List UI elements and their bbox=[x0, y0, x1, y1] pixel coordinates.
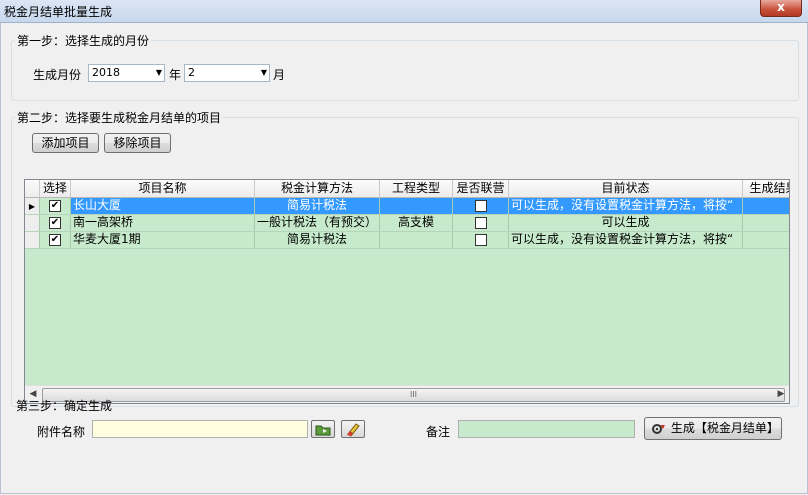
column-header[interactable]: 生成结果 bbox=[743, 180, 789, 197]
generate-label: 生成【税金月结单】 bbox=[670, 421, 779, 435]
title-bar: 税金月结单批量生成 x bbox=[0, 0, 808, 23]
step3-legend: 第三步：确定生成 bbox=[16, 399, 113, 413]
column-header[interactable]: 目前状态 bbox=[509, 180, 743, 197]
table-row[interactable]: ✔ 南一高架桥 一般计税法（有预交） 高支模 可以生成 bbox=[25, 215, 789, 232]
column-header[interactable]: 是否联营 bbox=[453, 180, 509, 197]
row-indicator: ▶ bbox=[25, 198, 40, 214]
table-row[interactable]: ✔ 华麦大厦1期 简易计税法 可以生成，没有设置税金计算方法，将按“ bbox=[25, 232, 789, 249]
row-indicator bbox=[25, 232, 40, 248]
year-unit: 年 bbox=[169, 68, 182, 82]
project-name: 华麦大厦1期 bbox=[71, 232, 255, 248]
note-label: 备注 bbox=[426, 425, 451, 439]
generate-button[interactable]: 生成【税金月结单】 bbox=[644, 417, 782, 440]
column-header[interactable]: 税金计算方法 bbox=[255, 180, 380, 197]
row-select-checkbox[interactable]: ✔ bbox=[40, 215, 71, 231]
chevron-down-icon: ▼ bbox=[260, 68, 267, 77]
joint-checkbox[interactable] bbox=[453, 215, 509, 231]
project-type bbox=[380, 198, 453, 214]
month-select[interactable]: 2 ▼ bbox=[184, 64, 270, 82]
month-unit: 月 bbox=[273, 68, 286, 82]
attachment-name-input[interactable] bbox=[92, 420, 308, 438]
column-header[interactable]: 选择 bbox=[40, 180, 71, 197]
project-name: 南一高架桥 bbox=[71, 215, 255, 231]
row-result bbox=[743, 215, 789, 231]
project-name: 长山大厦 bbox=[71, 198, 255, 214]
project-grid[interactable]: 选择 项目名称 税金计算方法 工程类型 是否联营 目前状态 生成结果 ▶ ✔ 长… bbox=[24, 179, 790, 404]
row-status: 可以生成，没有设置税金计算方法，将按“ bbox=[509, 232, 743, 248]
row-indicator bbox=[25, 215, 40, 231]
close-button[interactable]: x bbox=[760, 0, 802, 17]
project-type: 高支模 bbox=[380, 215, 453, 231]
attach-label: 附件名称 bbox=[37, 425, 86, 439]
window-client: 第一步：选择生成的月份 生成月份 2018 ▼ 年 2 ▼ 月 第二步：选择要生… bbox=[0, 23, 808, 494]
eraser-icon bbox=[347, 423, 360, 437]
window-title: 税金月结单批量生成 bbox=[4, 5, 113, 19]
tax-method: 一般计税法（有预交） bbox=[255, 215, 380, 231]
column-header[interactable]: 项目名称 bbox=[71, 180, 255, 197]
column-header[interactable]: 工程类型 bbox=[380, 180, 453, 197]
month-value: 2 bbox=[188, 66, 195, 79]
gear-icon bbox=[652, 423, 665, 434]
row-result bbox=[743, 232, 789, 248]
add-project-button[interactable]: 添加项目 bbox=[32, 133, 99, 153]
project-type bbox=[380, 232, 453, 248]
month-label: 生成月份 bbox=[33, 68, 82, 82]
chevron-down-icon: ▼ bbox=[155, 68, 162, 77]
row-status: 可以生成，没有设置税金计算方法，将按“ bbox=[509, 198, 743, 214]
table-row[interactable]: ▶ ✔ 长山大厦 简易计税法 可以生成，没有设置税金计算方法，将按“ bbox=[25, 198, 789, 215]
remove-project-button[interactable]: 移除项目 bbox=[104, 133, 171, 153]
year-value: 2018 bbox=[92, 66, 120, 79]
tax-method: 简易计税法 bbox=[255, 232, 380, 248]
browse-button[interactable] bbox=[311, 420, 335, 438]
current-row-icon: ▶ bbox=[28, 202, 36, 211]
grid-header: 选择 项目名称 税金计算方法 工程类型 是否联营 目前状态 生成结果 bbox=[25, 180, 789, 198]
step1-legend: 第一步：选择生成的月份 bbox=[17, 34, 150, 48]
row-status: 可以生成 bbox=[509, 215, 743, 231]
clear-button[interactable] bbox=[341, 420, 365, 438]
row-result bbox=[743, 198, 789, 214]
note-input[interactable] bbox=[458, 420, 635, 438]
close-icon: x bbox=[777, 0, 785, 14]
joint-checkbox[interactable] bbox=[453, 232, 509, 248]
row-select-checkbox[interactable]: ✔ bbox=[40, 232, 71, 248]
folder-icon bbox=[315, 425, 331, 436]
step2-legend: 第二步：选择要生成税金月结单的项目 bbox=[17, 111, 222, 125]
row-select-checkbox[interactable]: ✔ bbox=[40, 198, 71, 214]
tax-method: 简易计税法 bbox=[255, 198, 380, 214]
header-indicator bbox=[25, 180, 40, 197]
year-select[interactable]: 2018 ▼ bbox=[88, 64, 165, 82]
joint-checkbox[interactable] bbox=[453, 198, 509, 214]
